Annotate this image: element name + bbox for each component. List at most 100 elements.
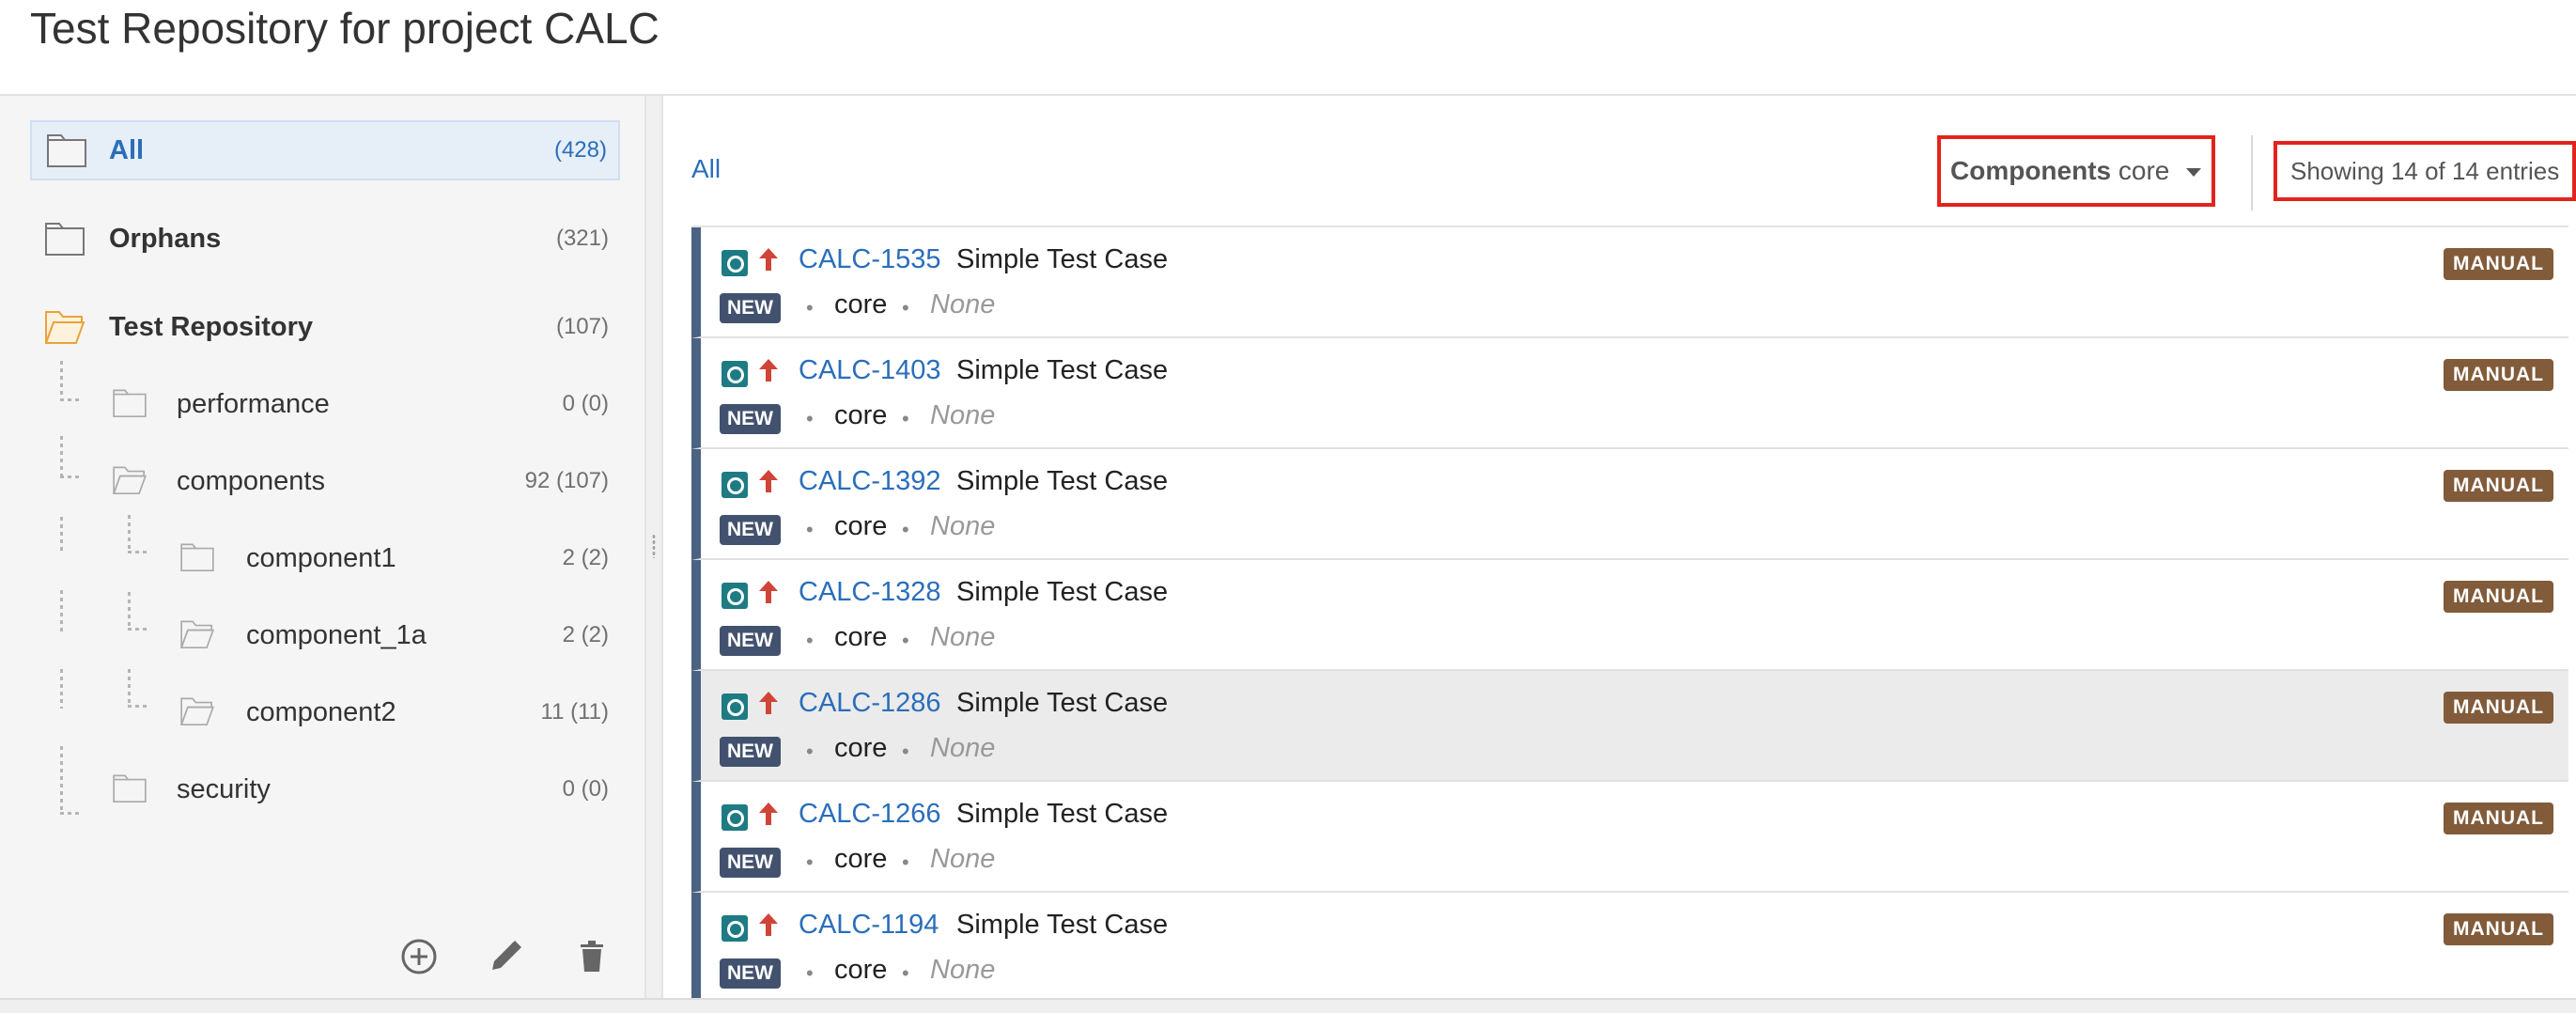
tree-item-label: performance [177,389,330,419]
test-row[interactable]: CALC-1535 Simple Test Case NEW • core • … [691,227,2568,338]
tree-item-label: component_1a [246,620,427,650]
component-label: core [834,844,888,874]
status-badge: NEW [720,404,781,434]
priority-high-icon [759,803,778,825]
test-type-badge: MANUAL [2444,913,2553,945]
tree-item-security[interactable]: security 0 (0) [94,759,620,819]
test-type-icon [722,361,748,387]
issue-key-link[interactable]: CALC-1286 [799,688,941,719]
tree-item-label: Orphans [109,224,222,254]
components-filter-button[interactable]: Components core [1937,135,2215,207]
folder-icon [113,389,147,417]
separator-dot: • [902,740,909,763]
issue-summary: Simple Test Case [956,577,1169,607]
tree-item-label: Test Repository [109,312,314,342]
tree-connector [128,705,148,708]
separator-dot: • [806,296,814,319]
status-badge: NEW [720,293,781,323]
chevron-down-icon [2186,168,2202,178]
add-folder-icon[interactable] [398,936,440,977]
status-badge: NEW [720,958,781,989]
filter-key: Components [1950,156,2112,185]
folder-icon [47,134,86,167]
issue-key-link[interactable]: CALC-1266 [799,799,941,830]
tree-connector [60,361,63,398]
issue-key-link[interactable]: CALC-1194 [799,910,939,941]
component-label: core [834,955,888,985]
test-row[interactable]: CALC-1392 Simple Test Case NEW • core • … [691,449,2568,560]
issue-key-link[interactable]: CALC-1328 [799,577,941,608]
tree-connector [60,590,63,631]
tree-item-component-1a[interactable]: component_1a 2 (2) [160,605,620,665]
fix-version-label: None [930,844,996,874]
test-row[interactable]: CALC-1403 Simple Test Case NEW • core • … [691,338,2568,449]
tree-connector [128,592,131,628]
component-label: core [834,622,888,652]
test-type-badge: MANUAL [2444,470,2553,502]
test-type-badge: MANUAL [2444,581,2553,613]
folder-open-icon [180,697,214,725]
test-row[interactable]: CALC-1286 Simple Test Case NEW • core • … [691,671,2568,782]
test-type-badge: MANUAL [2444,359,2553,391]
test-row[interactable]: CALC-1194 Simple Test Case NEW • core • … [691,893,2568,1004]
issue-summary: Simple Test Case [956,688,1169,718]
test-type-icon [722,915,748,942]
folder-open-icon [113,466,147,494]
tree-item-count: 2 (2) [562,545,609,570]
issue-key-link[interactable]: CALC-1403 [799,355,941,386]
folder-open-icon [45,311,85,344]
priority-high-icon [759,581,778,603]
tree-item-label: component1 [246,543,396,573]
issue-key-link[interactable]: CALC-1535 [799,244,941,275]
issue-summary: Simple Test Case [956,910,1169,940]
edit-icon[interactable] [485,936,526,977]
separator-dot: • [806,629,814,652]
fix-version-label: None [930,511,996,541]
test-type-icon [722,472,748,498]
separator-dot: • [806,740,814,763]
tree-connector [60,436,63,475]
issue-summary: Simple Test Case [956,244,1169,274]
tree-connector [60,475,81,478]
separator-dot: • [806,961,814,985]
folder-tree-panel: All (428) Orphans (321) Test Repository … [0,96,644,1013]
tree-item-orphans[interactable]: Orphans (321) [30,209,620,269]
fix-version-label: None [930,400,996,430]
fix-version-label: None [930,733,996,763]
test-row[interactable]: CALC-1266 Simple Test Case NEW • core • … [691,782,2568,893]
status-badge: NEW [720,737,781,767]
tree-connector [128,669,131,705]
test-row[interactable]: CALC-1328 Simple Test Case NEW • core • … [691,560,2568,671]
component-label: core [834,511,888,541]
tree-item-all[interactable]: All (428) [30,120,620,180]
delete-icon[interactable] [571,936,613,977]
filter-value: core [2118,156,2170,185]
priority-high-icon [759,913,778,936]
component-label: core [834,400,888,430]
folder-icon [180,543,214,571]
separator-dot: • [902,629,909,652]
tree-item-label: components [177,466,325,496]
folder-open-icon [180,620,214,648]
tree-item-component2[interactable]: component2 11 (11) [160,682,620,742]
tree-item-components[interactable]: components 92 (107) [94,451,620,511]
test-type-icon [722,694,748,720]
toolbar-divider [2251,135,2253,210]
tree-item-test-repository[interactable]: Test Repository (107) [30,297,620,357]
tree-item-count: (321) [555,226,609,251]
issue-key-link[interactable]: CALC-1392 [799,466,941,497]
tree-item-count: 11 (11) [540,699,609,725]
page-title: Test Repository for project CALC [30,4,660,53]
fix-version-label: None [930,955,996,985]
folder-icon [45,223,85,256]
issue-summary: Simple Test Case [956,799,1169,829]
fix-version-label: None [930,289,996,319]
tree-item-count: (107) [555,314,609,339]
breadcrumb-all[interactable]: All [691,154,721,184]
separator-dot: • [902,850,909,874]
tree-item-count: 0 (0) [562,391,609,416]
tree-item-performance[interactable]: performance 0 (0) [94,374,620,434]
tree-item-component1[interactable]: component1 2 (2) [160,528,620,588]
folder-icon [113,774,147,803]
splitter-grip-icon[interactable] [652,534,656,558]
